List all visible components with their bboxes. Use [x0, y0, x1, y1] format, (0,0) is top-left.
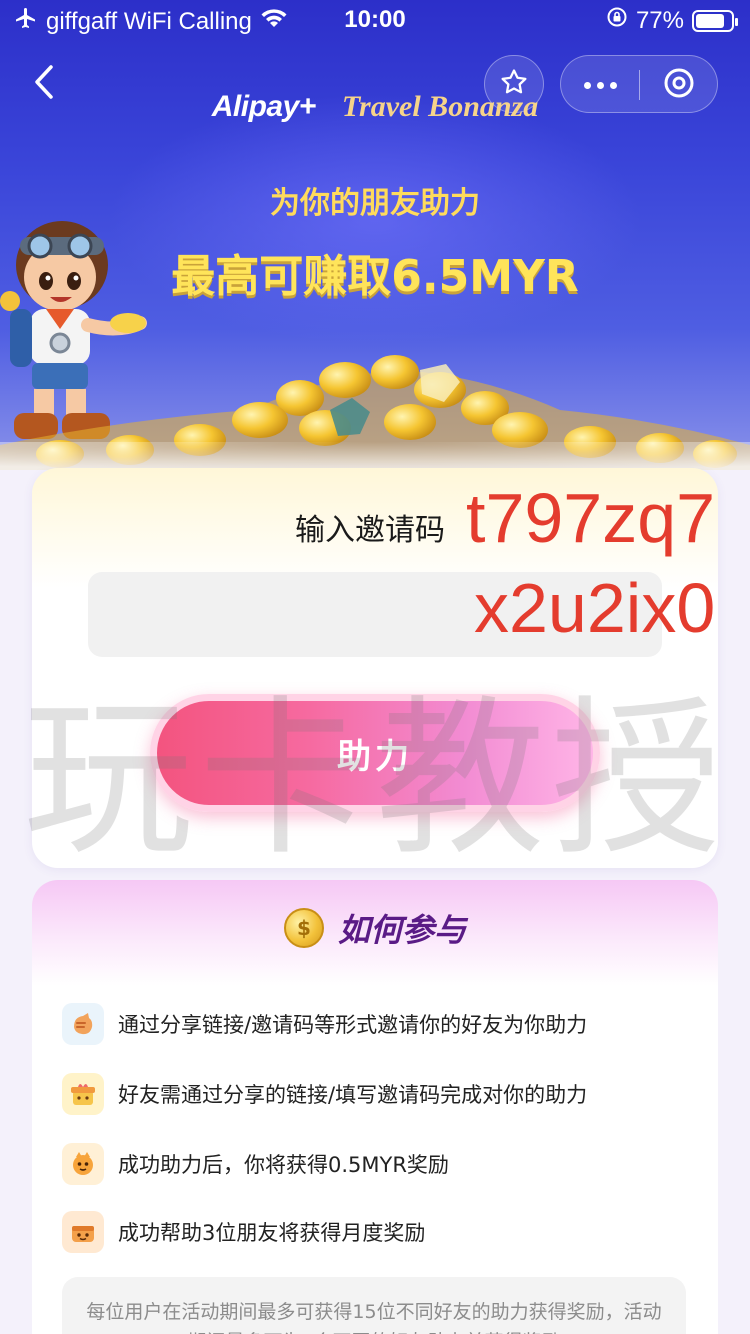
reward-box-icon [62, 1211, 104, 1253]
invite-code-line-2: x2u2ix0 [474, 569, 716, 647]
battery-percent: 77% [635, 6, 684, 34]
step-text: 好友需通过分享的链接/填写邀请码完成对你的助力 [118, 1083, 588, 1107]
step-text: 成功助力后，你将获得0.5MYR奖励 [118, 1153, 449, 1177]
battery-icon [692, 9, 738, 32]
alipay-logo: Alipay+ [211, 90, 317, 123]
hand-share-icon [62, 1003, 104, 1045]
how-to-participate-title: 如何参与 [333, 905, 471, 951]
coin-pile-icon [0, 355, 750, 470]
rules-note: 每位用户在活动期间最多可获得15位不同好友的助力获得奖励，活动期间最多可为3个不… [62, 1277, 686, 1334]
invite-code-label: 输入邀请码 [295, 513, 445, 548]
step-text: 通过分享链接/邀请码等形式邀请你的好友为你助力 [118, 1013, 588, 1037]
orientation-lock-icon [606, 6, 628, 35]
invite-code-line-1: t797zq7 [466, 479, 716, 557]
brand-logos: Alipay+ Travel Bonanza [0, 90, 750, 124]
more-dots-icon [583, 81, 591, 89]
travel-bonanza-logo: Travel Bonanza [341, 90, 539, 123]
gift-box-icon [62, 1073, 104, 1115]
step-item: 通过分享链接/邀请码等形式邀请你的好友为你助力 [62, 1002, 587, 1046]
how-to-participate-header: $ 如何参与 [0, 905, 750, 951]
step-item: 成功助力后，你将获得0.5MYR奖励 [62, 1142, 449, 1186]
gold-coin-icon: $ [283, 908, 324, 948]
step-text: 成功帮助3位朋友将获得月度奖励 [118, 1221, 426, 1245]
step-item: 成功帮助3位朋友将获得月度奖励 [62, 1210, 425, 1254]
mascot-icon [62, 1143, 104, 1185]
status-bar: giffgaff WiFi Calling 10:00 77% [0, 0, 750, 44]
hero-banner: giffgaff WiFi Calling 10:00 77% Alipay+ … [0, 0, 750, 470]
help-button[interactable]: 助力 [150, 694, 600, 812]
invite-code-annotation: t797zq7 x2u2ix0 [466, 473, 750, 653]
step-item: 好友需通过分享的链接/填写邀请码完成对你的助力 [62, 1072, 587, 1116]
status-right: 77% [606, 6, 738, 35]
